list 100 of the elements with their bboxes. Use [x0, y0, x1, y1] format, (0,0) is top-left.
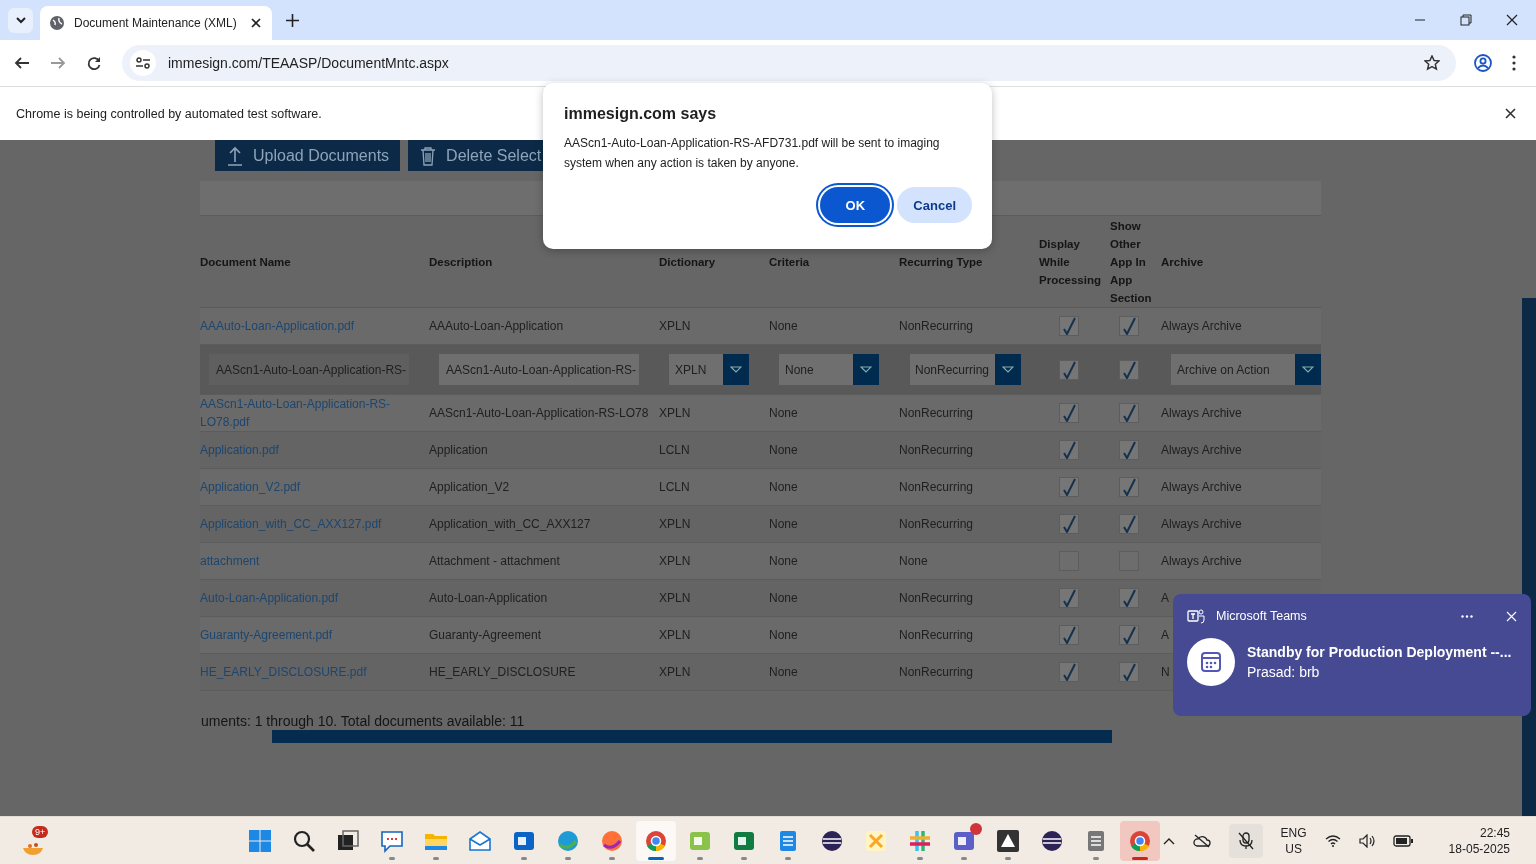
table-cell-text: Attachment - attachment — [429, 553, 561, 570]
table-cell-text: Always Archive — [1161, 553, 1243, 570]
document-link[interactable]: Application_V2.pdf — [200, 478, 429, 496]
checkbox[interactable] — [1059, 316, 1079, 336]
reload-icon[interactable] — [86, 55, 102, 71]
forward-icon[interactable] — [50, 55, 66, 71]
tab-search-button[interactable] — [8, 7, 33, 33]
language-indicator[interactable]: ENG US — [1280, 824, 1307, 857]
table-cell-text: None — [769, 664, 799, 681]
table-cell-text: NonRecurring — [899, 442, 975, 459]
calendar-icon — [1187, 638, 1235, 686]
close-icon[interactable] — [1505, 108, 1516, 119]
checkbox[interactable] — [1059, 440, 1079, 460]
scrollbar[interactable] — [272, 730, 1112, 743]
table-cell-text: XPLN — [659, 516, 692, 533]
checkbox[interactable] — [1059, 625, 1079, 645]
checkbox[interactable] — [1119, 662, 1139, 682]
table-cell-text: NonRecurring — [899, 405, 975, 422]
table-cell-text: Always Archive — [1161, 318, 1243, 335]
new-tab-icon[interactable] — [286, 13, 299, 27]
table-cell-text: AAScn1-Auto-Loan-Application-RS-LO78 — [429, 405, 650, 422]
table-cell-text: Application_V2 — [429, 479, 511, 496]
volume-icon[interactable] — [1358, 833, 1375, 848]
table-cell-text: XPLN — [659, 405, 692, 422]
checkbox[interactable] — [1119, 588, 1139, 608]
teams-icon — [1187, 608, 1205, 624]
checkbox[interactable] — [1119, 440, 1139, 460]
table-cell-text: NonRecurring — [899, 590, 975, 607]
cloud-off-icon[interactable] — [1192, 833, 1211, 848]
chrome-icon[interactable] — [1120, 820, 1161, 861]
dialog-message: AAScn1-Auto-Loan-Application-RS-AFD731.pdf will be sent to imaging system when any action is taken by anyone. — [564, 135, 941, 172]
checkbox[interactable] — [1059, 477, 1079, 497]
table-cell-text: None — [769, 405, 799, 422]
back-icon[interactable] — [14, 55, 30, 71]
tab-title: Document Maintenance (XML) — [74, 16, 238, 30]
table-cell-text: XPLN — [659, 318, 692, 335]
checkbox[interactable] — [1119, 359, 1139, 380]
toolbar-button[interactable]: Upload Documents — [215, 140, 401, 171]
checkbox[interactable] — [1059, 359, 1079, 380]
checkbox[interactable] — [1059, 403, 1079, 423]
chevron-up-icon[interactable] — [1162, 836, 1175, 845]
table-cell-text: NonRecurring — [899, 664, 975, 681]
checkbox[interactable] — [1059, 514, 1079, 534]
more-icon[interactable] — [1461, 614, 1473, 618]
close-icon[interactable] — [251, 18, 261, 28]
caret-icon — [860, 366, 872, 373]
wifi-icon[interactable] — [1324, 834, 1341, 847]
column-header: Criteria — [769, 254, 811, 270]
globe-icon — [49, 15, 65, 31]
table-cell-text: None — [769, 627, 799, 644]
table-cell-text: XPLN — [659, 627, 692, 644]
table-cell-text: None — [899, 553, 929, 570]
table-cell-text: Always Archive — [1161, 405, 1243, 422]
table-cell-text: None — [769, 553, 799, 570]
cancel-button[interactable]: Cancel — [897, 187, 972, 223]
star-icon[interactable] — [1424, 55, 1440, 71]
browser-tab[interactable]: Document Maintenance (XML) — [40, 6, 272, 40]
site-settings-icon[interactable] — [130, 50, 156, 76]
table-cell-text: LCLN — [659, 442, 691, 459]
paging-summary: uments: 1 through 10. Total documents available: 11 — [201, 713, 525, 729]
chrome-icon[interactable] — [636, 820, 677, 861]
table-cell-text: Always Archive — [1161, 442, 1243, 459]
table-cell-text: HE_EARLY_DISCLOSURE — [429, 664, 577, 681]
document-link[interactable]: Application.pdf — [200, 441, 429, 459]
document-link[interactable]: AAAuto-Loan-Application.pdf — [200, 317, 429, 335]
checkbox[interactable] — [1119, 316, 1139, 336]
table-cell-text: XPLN — [659, 664, 692, 681]
description-field[interactable]: AAScn1-Auto-Loan-Application-RS- — [439, 354, 639, 385]
column-header: Archive — [1161, 254, 1205, 270]
teams-notification[interactable]: Microsoft Teams Standby for Production Deployment --... Prasad: brb — [1173, 594, 1531, 716]
close-icon[interactable] — [1506, 14, 1518, 26]
column-header: Document Name — [200, 254, 292, 270]
checkbox[interactable] — [1119, 514, 1139, 534]
checkbox[interactable] — [1119, 625, 1139, 645]
document-link[interactable]: Application_with_CC_AXX127.pdf — [200, 515, 429, 533]
table-cell-text: None — [769, 318, 799, 335]
table-cell-text: A — [1161, 627, 1170, 644]
checkbox[interactable] — [1059, 588, 1079, 608]
menu-icon[interactable] — [1512, 55, 1516, 71]
table-cell-text: None — [769, 516, 799, 533]
document-link[interactable]: AAScn1-Auto-Loan-Application-RS-LO78.pdf — [200, 395, 429, 431]
battery-icon[interactable] — [1392, 834, 1413, 847]
document-link[interactable]: attachment — [200, 552, 429, 570]
trash-icon — [420, 145, 437, 166]
microphone-muted-icon[interactable] — [1228, 823, 1263, 858]
checkbox[interactable] — [1119, 403, 1139, 423]
document-link[interactable]: Auto-Loan-Application.pdf — [200, 589, 429, 607]
restore-icon[interactable] — [1460, 14, 1472, 26]
table-cell-text: LCLN — [659, 479, 691, 496]
profile-icon[interactable] — [1474, 54, 1492, 72]
document-link[interactable]: Guaranty-Agreement.pdf — [200, 626, 429, 644]
checkbox[interactable] — [1059, 662, 1079, 682]
checkbox[interactable] — [1119, 477, 1139, 497]
notification-app-name: Microsoft Teams — [1216, 609, 1307, 623]
address-field[interactable]: immesign.com/TEAASP/DocumentMntc.aspx — [122, 45, 1456, 81]
name-field[interactable]: AAScn1-Auto-Loan-Application-RS- — [209, 354, 409, 385]
notification-title: Standby for Production Deployment --... — [1247, 644, 1512, 660]
table-cell-text: NonRecurring — [899, 318, 975, 335]
table-cell-text: N — [1161, 664, 1171, 681]
clock[interactable]: 22:45 18-05-2025 — [1448, 824, 1510, 857]
